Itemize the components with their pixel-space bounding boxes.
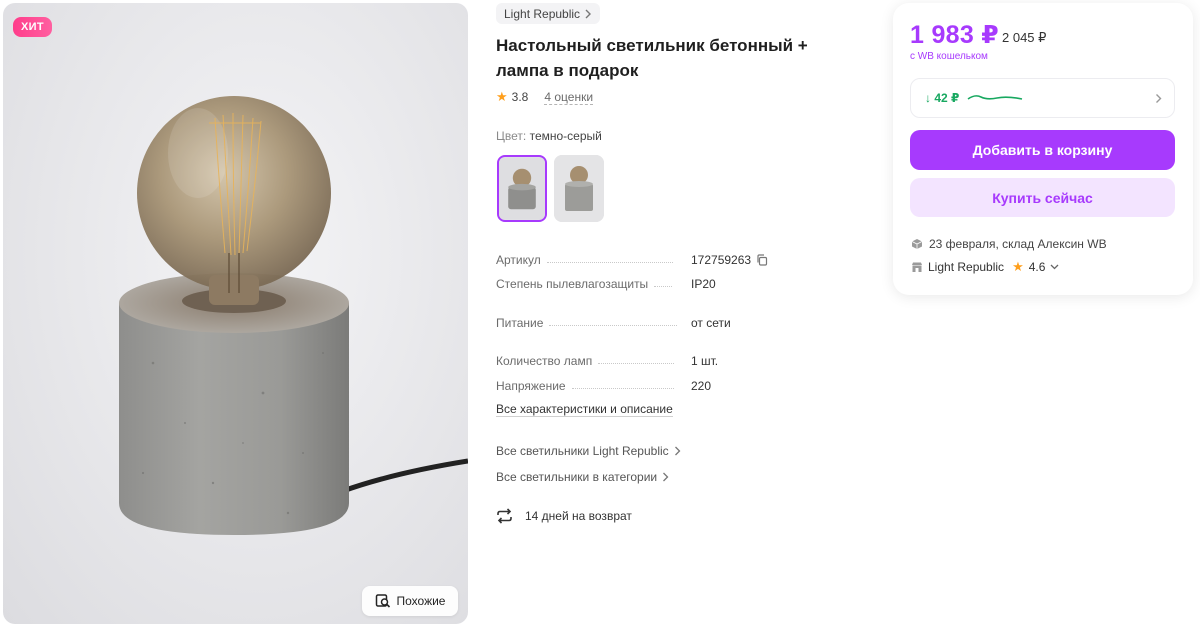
spec-value: 1 шт. xyxy=(691,354,719,368)
seller-rating: 4.6 xyxy=(1028,260,1046,274)
color-option-light-gray[interactable] xyxy=(554,155,604,222)
spec-dots xyxy=(549,325,678,326)
returns-label: 14 дней на возврат xyxy=(525,509,632,523)
product-gallery[interactable]: ХИТ Похожие xyxy=(3,3,468,624)
product-title-line1: Настольный светильник бетонный + xyxy=(496,36,808,55)
spec-value: 220 xyxy=(691,379,712,393)
product-title: Настольный светильник бетонный + лампа в… xyxy=(496,33,856,83)
spec-value: от сети xyxy=(691,316,731,330)
star-icon: ★ xyxy=(496,89,508,104)
spec-value: IP20 xyxy=(691,277,716,291)
price-old: 2 045 ₽ xyxy=(1002,30,1047,45)
color-option-dark-gray[interactable] xyxy=(497,155,547,222)
all-brand-label: Все светильники Light Republic xyxy=(496,444,669,458)
thumb-image xyxy=(554,155,604,222)
spec-key: Количество ламп xyxy=(496,354,593,368)
brand-label: Light Republic xyxy=(504,6,581,21)
all-brand-link[interactable]: Все светильники Light Republic xyxy=(496,444,681,458)
all-category-label: Все светильники в категории xyxy=(496,470,658,484)
article-number: 172759263 xyxy=(691,253,752,267)
add-to-cart-button[interactable]: Добавить в корзину xyxy=(910,130,1175,170)
price-trend-icon xyxy=(967,95,1023,100)
spec-row: Питание от сети xyxy=(496,312,796,330)
price-history-button[interactable]: ↓ 42 ₽ xyxy=(910,78,1175,118)
spec-key: Напряжение xyxy=(496,379,566,393)
color-label-value: темно-серый xyxy=(529,129,602,143)
color-label-key: Цвет: xyxy=(496,129,527,143)
spec-row: Количество ламп 1 шт. xyxy=(496,350,796,368)
chevron-right-icon xyxy=(1156,94,1162,103)
spec-dots xyxy=(598,363,675,364)
star-icon: ★ xyxy=(1012,259,1024,274)
box-icon xyxy=(911,239,923,249)
copy-icon[interactable] xyxy=(756,254,768,266)
wallet-note: с WB кошельком xyxy=(910,51,988,62)
price-drop: ↓ 42 ₽ xyxy=(925,91,960,105)
spec-dots xyxy=(546,262,673,263)
product-photo xyxy=(119,96,468,535)
chevron-down-icon xyxy=(1050,264,1059,270)
buy-now-button[interactable]: Купить сейчас xyxy=(910,178,1175,217)
return-arrows-icon xyxy=(497,508,512,524)
chevron-right-icon xyxy=(585,9,592,18)
product-title-line2: лампа в подарок xyxy=(496,61,639,80)
rating-value: 3.8 xyxy=(511,90,529,104)
all-category-link[interactable]: Все светильники в категории xyxy=(496,470,669,484)
all-specs-link[interactable]: Все характеристики и описание xyxy=(496,402,673,417)
spec-key: Питание xyxy=(496,316,544,330)
spec-row: Напряжение 220 xyxy=(496,375,796,393)
reviews-link[interactable]: 4 оценки xyxy=(544,90,594,105)
spec-dots xyxy=(571,388,674,389)
spec-dots xyxy=(654,286,673,287)
spec-row: Степень пылевлагозащиты IP20 xyxy=(496,273,796,291)
store-icon xyxy=(912,262,922,272)
returns-info: 14 дней на возврат xyxy=(496,508,632,524)
similar-label: Похожие xyxy=(396,594,446,608)
seller-info[interactable]: Light Republic ★ 4.6 xyxy=(911,259,1059,275)
chevron-right-icon xyxy=(674,446,681,456)
hit-badge: ХИТ xyxy=(13,17,52,37)
spec-key: Артикул xyxy=(496,253,541,267)
delivery-text: 23 февраля, склад Алексин WB xyxy=(929,237,1107,251)
thumb-image xyxy=(499,157,545,220)
brand-link[interactable]: Light Republic xyxy=(496,3,601,24)
price-current: 1 983 ₽ xyxy=(910,21,1000,49)
similar-search-icon xyxy=(375,594,390,608)
color-label: Цвет: темно-серый xyxy=(496,129,602,143)
price-card: 1 983 ₽ 2 045 ₽ с WB кошельком ↓ 42 ₽ До… xyxy=(893,3,1193,295)
product-rating: ★ 3.8 4 оценки xyxy=(496,89,594,105)
delivery-info: 23 февраля, склад Алексин WB xyxy=(911,237,1107,251)
similar-button[interactable]: Похожие xyxy=(362,586,458,616)
spec-key: Степень пылевлагозащиты xyxy=(496,277,649,291)
spec-value: 172759263 xyxy=(691,253,768,267)
chevron-right-icon xyxy=(663,472,669,482)
spec-row: Артикул 172759263 xyxy=(496,249,796,267)
seller-name: Light Republic xyxy=(928,260,1005,274)
